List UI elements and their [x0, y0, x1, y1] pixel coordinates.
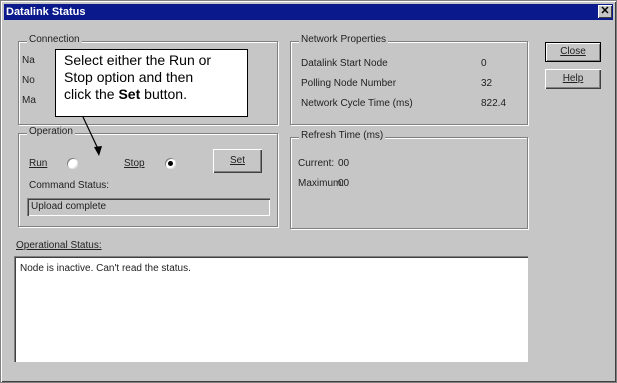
- refresh-time-group: Refresh Time (ms) Current: 00 Maximum: 0…: [290, 130, 528, 229]
- current-label: Current:: [298, 158, 335, 169]
- command-status-value: Upload complete: [31, 201, 107, 212]
- connection-row-node: No: [22, 75, 35, 86]
- cycle-time-value: 822.4: [481, 98, 507, 109]
- callout-set-word: Set: [118, 86, 141, 102]
- operational-status-label-text: Operational Status:: [16, 240, 102, 251]
- connection-row-name: Na: [22, 55, 35, 66]
- callout-line-3-suffix: button.: [140, 86, 187, 102]
- cycle-time-label: Network Cycle Time (ms): [301, 98, 413, 109]
- connection-row-mac: Ma: [22, 95, 36, 106]
- stop-option-label[interactable]: Stop: [124, 158, 145, 169]
- set-button-label: Set: [229, 155, 245, 166]
- operational-status-box: Node is inactive. Can't read the status.: [14, 256, 528, 362]
- callout-line-3: click the Set button.: [64, 86, 239, 103]
- title-bar: Datalink Status ✕: [4, 4, 613, 20]
- stop-radio-dot: [168, 161, 173, 166]
- connection-legend: Connection: [27, 34, 82, 45]
- set-button[interactable]: Set: [213, 149, 262, 173]
- callout-line-3-prefix: click the: [64, 86, 119, 102]
- close-button-label: Close: [560, 46, 586, 57]
- maximum-value: 00: [338, 178, 350, 189]
- operational-status-label: Operational Status:: [16, 240, 102, 251]
- callout-line-2: Stop option and then: [64, 69, 194, 85]
- start-node-value: 0: [481, 58, 487, 69]
- help-button[interactable]: Help: [545, 69, 601, 89]
- instruction-callout: Select either the Run or Stop option and…: [55, 49, 248, 117]
- command-status-label: Command Status:: [29, 180, 110, 191]
- current-value: 00: [338, 158, 350, 169]
- polling-node-label: Polling Node Number: [301, 78, 397, 89]
- operation-group: Operation Run Stop Set Command Status: U…: [18, 126, 278, 227]
- callout-line-1: Select either the Run or: [64, 52, 212, 68]
- stop-option-text: Stop: [124, 158, 145, 169]
- stop-radio[interactable]: [165, 158, 176, 169]
- operational-status-text: Node is inactive. Can't read the status.: [20, 263, 191, 274]
- run-option-label[interactable]: Run: [29, 158, 47, 169]
- close-icon[interactable]: ✕: [598, 5, 612, 18]
- run-option-text: Run: [29, 158, 48, 169]
- close-button[interactable]: Close: [545, 42, 601, 62]
- start-node-label: Datalink Start Node: [301, 58, 388, 69]
- polling-node-value: 32: [481, 78, 493, 89]
- network-properties-group: Network Properties Datalink Start Node 0…: [290, 34, 528, 125]
- operation-legend: Operation: [27, 126, 75, 137]
- run-radio[interactable]: [67, 158, 78, 169]
- network-properties-legend: Network Properties: [299, 34, 389, 45]
- refresh-time-legend: Refresh Time (ms): [299, 130, 386, 141]
- window-title: Datalink Status: [6, 6, 86, 18]
- help-button-label: Help: [562, 73, 584, 84]
- command-status-field: Upload complete: [27, 198, 270, 216]
- datalink-status-dialog: Datalink Status ✕ Connection Na No Ma Ne…: [0, 0, 617, 383]
